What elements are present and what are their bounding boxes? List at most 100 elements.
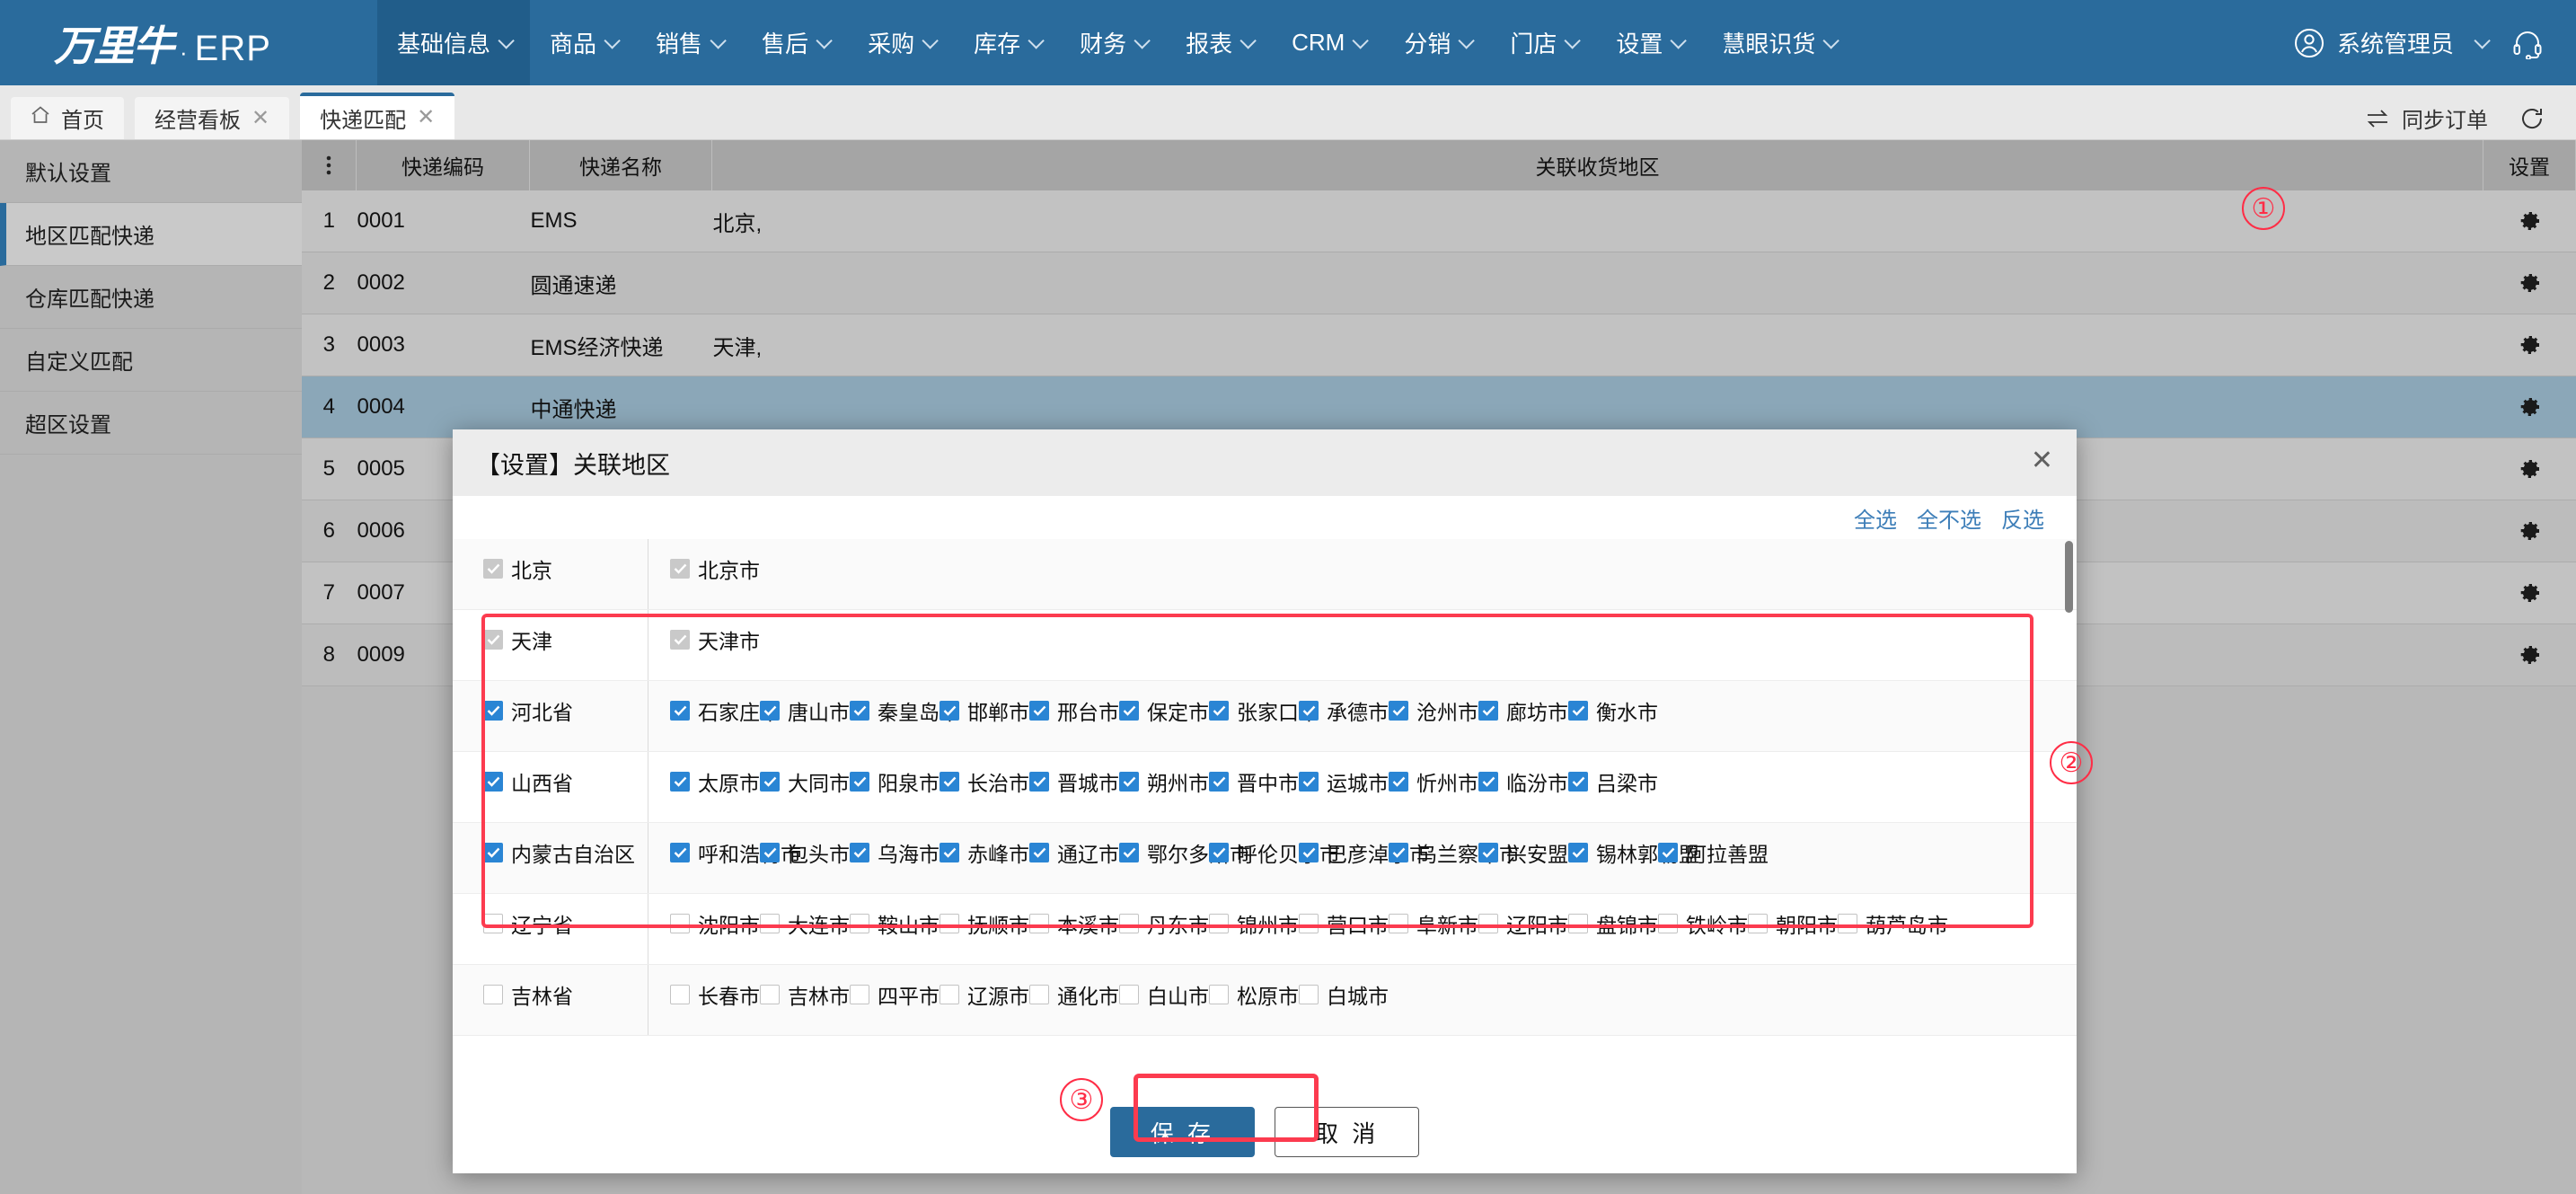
city-checkbox[interactable] xyxy=(1209,914,1229,933)
province-checkbox[interactable] xyxy=(483,843,503,862)
nav-item-4[interactable]: 售后 xyxy=(742,0,848,85)
city-checkbox[interactable] xyxy=(1658,914,1678,933)
city-checkbox-item[interactable]: 秦皇岛市 xyxy=(850,695,960,726)
city-checkbox-item[interactable]: 北京市 xyxy=(670,553,760,584)
province-checkbox[interactable] xyxy=(483,914,503,933)
city-checkbox-item[interactable]: 本溪市 xyxy=(1029,908,1119,939)
sidebar-item-3[interactable]: 仓库匹配快递 xyxy=(0,266,302,329)
city-checkbox[interactable] xyxy=(1029,985,1049,1004)
city-checkbox-item[interactable]: 抚顺市 xyxy=(940,908,1029,939)
city-checkbox-item[interactable]: 吕梁市 xyxy=(1568,766,1658,797)
city-checkbox-item[interactable]: 赤峰市 xyxy=(940,837,1029,868)
city-checkbox[interactable] xyxy=(1568,914,1588,933)
city-checkbox-item[interactable]: 乌兰察布市 xyxy=(1389,837,1520,868)
province-checkbox-item[interactable]: 天津 xyxy=(483,624,552,655)
city-checkbox[interactable] xyxy=(1478,843,1498,862)
province-checkbox[interactable] xyxy=(483,630,503,650)
city-checkbox[interactable] xyxy=(670,559,690,579)
city-checkbox-item[interactable]: 承德市 xyxy=(1299,695,1389,726)
city-checkbox[interactable] xyxy=(1478,772,1498,792)
city-checkbox-item[interactable]: 邯郸市 xyxy=(940,695,1029,726)
table-row[interactable]: 2 0002 圆通速递 xyxy=(302,252,2576,314)
city-checkbox[interactable] xyxy=(1838,914,1857,933)
city-checkbox-item[interactable]: 通化市 xyxy=(1029,979,1119,1010)
city-checkbox[interactable] xyxy=(1568,772,1588,792)
city-checkbox-item[interactable]: 呼伦贝尔市 xyxy=(1209,837,1340,868)
city-checkbox[interactable] xyxy=(1119,772,1139,792)
city-checkbox-item[interactable]: 长治市 xyxy=(940,766,1029,797)
city-checkbox-item[interactable]: 辽源市 xyxy=(940,979,1029,1010)
city-checkbox-item[interactable]: 衡水市 xyxy=(1568,695,1658,726)
city-checkbox[interactable] xyxy=(760,772,780,792)
city-checkbox[interactable] xyxy=(670,772,690,792)
city-checkbox[interactable] xyxy=(1119,843,1139,862)
row-settings-button[interactable] xyxy=(2483,562,2576,624)
tab-2[interactable]: 经营看板 ✕ xyxy=(135,97,290,139)
city-checkbox-item[interactable]: 唐山市 xyxy=(760,695,850,726)
close-icon[interactable]: ✕ xyxy=(2031,447,2053,474)
city-checkbox[interactable] xyxy=(670,630,690,650)
city-checkbox[interactable] xyxy=(1119,985,1139,1004)
city-checkbox-item[interactable]: 阳泉市 xyxy=(850,766,940,797)
city-checkbox[interactable] xyxy=(1299,701,1319,721)
city-checkbox-item[interactable]: 巴彦淖尔市 xyxy=(1299,837,1430,868)
select-all-link[interactable]: 全选 xyxy=(1854,502,1897,534)
headset-support-icon[interactable] xyxy=(2511,27,2544,59)
city-checkbox-item[interactable]: 朝阳市 xyxy=(1748,908,1838,939)
city-checkbox[interactable] xyxy=(1389,914,1408,933)
city-checkbox-item[interactable]: 阜新市 xyxy=(1389,908,1478,939)
sidebar-item-5[interactable]: 超区设置 xyxy=(0,392,302,455)
city-checkbox[interactable] xyxy=(760,914,780,933)
nav-item-2[interactable]: 商品 xyxy=(530,0,636,85)
city-checkbox-item[interactable]: 临汾市 xyxy=(1478,766,1568,797)
city-checkbox-item[interactable]: 长春市 xyxy=(670,979,760,1010)
table-row[interactable]: 3 0003 EMS经济快递 天津, xyxy=(302,314,2576,376)
nav-item-3[interactable]: 销售 xyxy=(636,0,742,85)
province-checkbox-item[interactable]: 吉林省 xyxy=(483,979,573,1010)
row-settings-button[interactable] xyxy=(2483,624,2576,686)
city-checkbox-item[interactable]: 晋城市 xyxy=(1029,766,1119,797)
city-checkbox-item[interactable]: 包头市 xyxy=(760,837,850,868)
city-checkbox[interactable] xyxy=(1209,843,1229,862)
nav-item-6[interactable]: 库存 xyxy=(954,0,1060,85)
city-checkbox-item[interactable]: 丹东市 xyxy=(1119,908,1209,939)
city-checkbox[interactable] xyxy=(670,843,690,862)
city-checkbox[interactable] xyxy=(850,701,869,721)
city-checkbox-item[interactable]: 廊坊市 xyxy=(1478,695,1568,726)
city-checkbox-item[interactable]: 运城市 xyxy=(1299,766,1389,797)
table-row[interactable]: 1 0001 EMS 北京, xyxy=(302,190,2576,252)
city-checkbox[interactable] xyxy=(1389,701,1408,721)
select-none-link[interactable]: 全不选 xyxy=(1917,502,1981,534)
city-checkbox-item[interactable]: 鄂尔多斯市 xyxy=(1119,837,1250,868)
city-checkbox[interactable] xyxy=(1389,843,1408,862)
city-checkbox-item[interactable]: 白山市 xyxy=(1119,979,1209,1010)
province-checkbox[interactable] xyxy=(483,985,503,1004)
tab-1[interactable]: 首页 xyxy=(11,97,124,139)
city-checkbox[interactable] xyxy=(1119,914,1139,933)
city-checkbox[interactable] xyxy=(850,914,869,933)
city-checkbox-item[interactable]: 锦州市 xyxy=(1209,908,1299,939)
city-checkbox-item[interactable]: 太原市 xyxy=(670,766,760,797)
sidebar-item-1[interactable]: 默认设置 xyxy=(0,140,302,203)
invert-selection-link[interactable]: 反选 xyxy=(2001,502,2044,534)
city-checkbox[interactable] xyxy=(1209,985,1229,1004)
city-checkbox-item[interactable]: 辽阳市 xyxy=(1478,908,1568,939)
close-icon[interactable]: ✕ xyxy=(417,107,435,128)
city-checkbox[interactable] xyxy=(1658,843,1678,862)
city-checkbox[interactable] xyxy=(1029,701,1049,721)
city-checkbox-item[interactable]: 锡林郭勒盟 xyxy=(1568,837,1699,868)
sidebar-item-4[interactable]: 自定义匹配 xyxy=(0,329,302,392)
city-checkbox[interactable] xyxy=(1478,701,1498,721)
city-checkbox[interactable] xyxy=(1119,701,1139,721)
city-checkbox[interactable] xyxy=(1299,914,1319,933)
city-checkbox[interactable] xyxy=(1209,772,1229,792)
city-checkbox[interactable] xyxy=(1568,701,1588,721)
close-icon[interactable]: ✕ xyxy=(251,107,269,129)
city-checkbox[interactable] xyxy=(1389,772,1408,792)
province-checkbox[interactable] xyxy=(483,559,503,579)
city-checkbox-item[interactable]: 石家庄市 xyxy=(670,695,781,726)
city-checkbox-item[interactable]: 乌海市 xyxy=(850,837,940,868)
nav-item-5[interactable]: 采购 xyxy=(848,0,954,85)
city-checkbox-item[interactable]: 阿拉善盟 xyxy=(1658,837,1769,868)
column-header-name[interactable]: 快递名称 xyxy=(529,140,712,190)
